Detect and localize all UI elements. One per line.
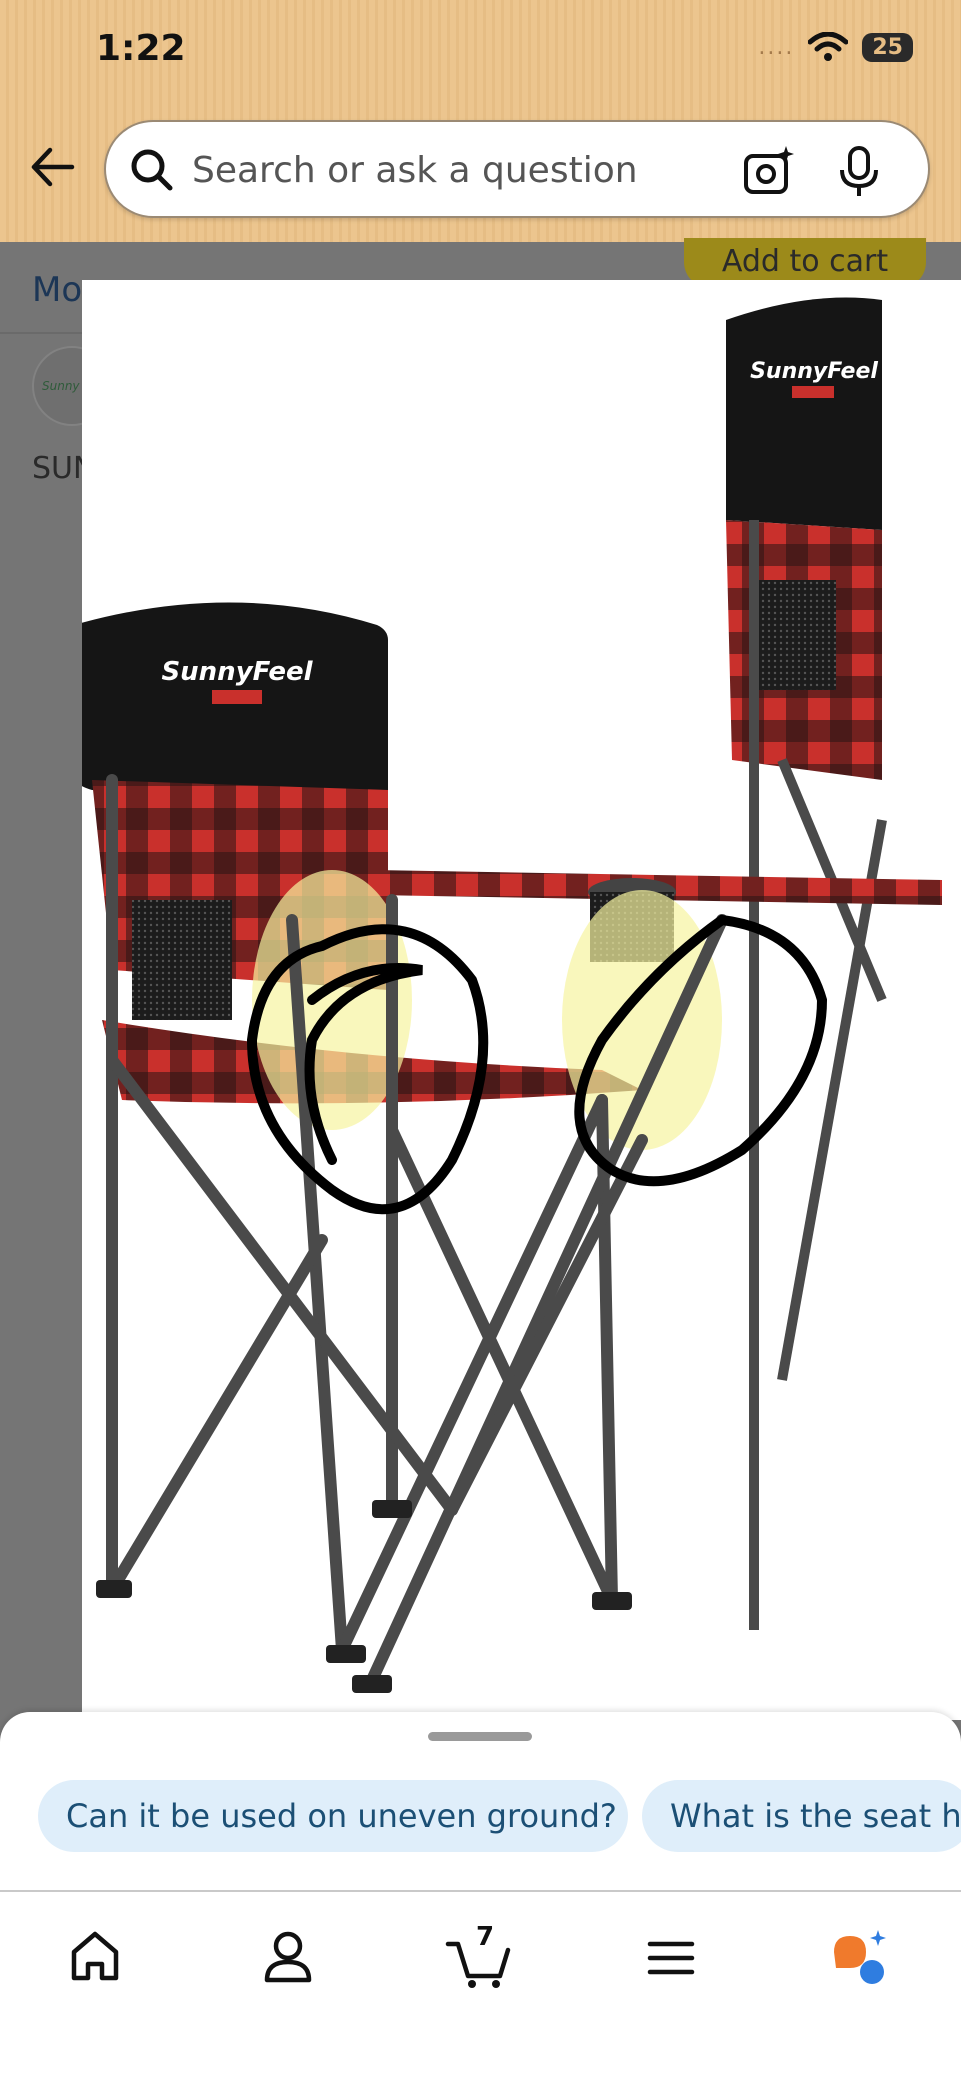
product-image-viewer[interactable]: SunnyFeel SunnyFeel (82, 280, 961, 1720)
product-image: SunnyFeel SunnyFeel (82, 297, 942, 1693)
back-arrow-icon[interactable] (26, 142, 76, 192)
wifi-icon (808, 32, 849, 61)
camera-lens-icon[interactable] (742, 144, 796, 198)
menu-icon[interactable] (636, 1922, 706, 1992)
suggestion-chip[interactable]: Can it be used on uneven ground? (38, 1780, 628, 1852)
status-time: 1:22 (96, 28, 186, 69)
suggestion-chip[interactable]: What is the seat he (642, 1780, 961, 1852)
home-icon[interactable] (60, 1922, 130, 1992)
rufus-icon[interactable] (826, 1922, 896, 1992)
sheet-drag-handle[interactable] (428, 1732, 532, 1741)
person-icon[interactable] (253, 1922, 323, 1992)
svg-text:SunnyFeel: SunnyFeel (161, 657, 313, 687)
status-icons: .... 25 (758, 32, 913, 62)
microphone-icon[interactable] (836, 144, 882, 198)
side-mesh-pocket (132, 900, 232, 1020)
more-link: Mo (32, 270, 83, 310)
cart-count-badge: 7 (476, 1922, 495, 1952)
search-bar[interactable] (104, 120, 930, 218)
battery-icon: 25 (862, 32, 913, 62)
cart-tab[interactable]: 7 (444, 1922, 514, 1992)
screen: 1:22 .... 25 Search or ask a question Mo… (0, 0, 961, 2080)
svg-text:SunnyFeel: SunnyFeel (750, 359, 878, 384)
rufus-suggestion-sheet: Can it be used on uneven ground? What is… (0, 1712, 961, 1892)
highlight-right (562, 890, 722, 1150)
header: 1:22 .... 25 (0, 0, 961, 242)
bottom-tab-bar: 7 (0, 1890, 961, 2080)
search-input[interactable] (192, 142, 752, 198)
signal-dots: .... (758, 34, 795, 60)
search-icon (131, 149, 173, 191)
